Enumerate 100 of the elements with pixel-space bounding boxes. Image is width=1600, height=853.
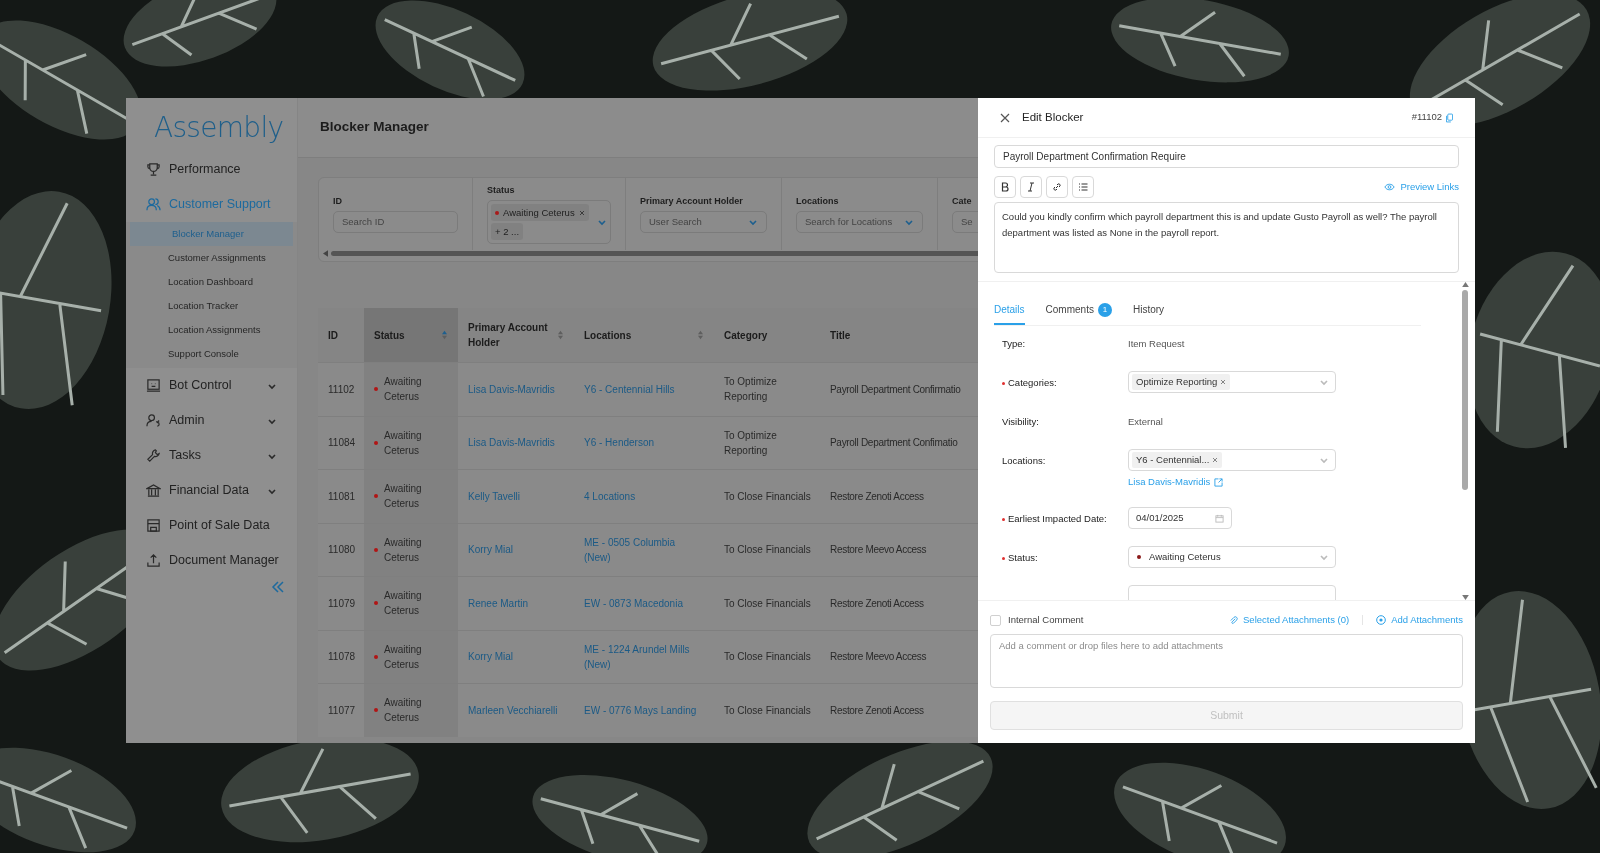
status-tag: Awaiting Ceterus — [491, 204, 589, 222]
table-cell-text: Payroll Department Confimatio — [830, 436, 958, 451]
table-link[interactable]: Lisa Davis-Mavridis — [468, 435, 555, 451]
search-field[interactable]: Search ID — [333, 211, 458, 234]
table-link[interactable]: Korry Mial — [468, 542, 513, 558]
tab[interactable]: Details — [994, 296, 1025, 325]
description-editor[interactable]: Could you kindly confirm which payroll department this is and update Gusto Payroll as well? The payroll department was listed as None in the payroll report. — [994, 202, 1459, 273]
filter-label: Primary Account Holder — [640, 194, 744, 208]
scroll-down-icon[interactable] — [1461, 595, 1469, 600]
sidebar-item[interactable]: Document Manager — [126, 543, 297, 578]
sidebar-item[interactable]: Admin — [126, 403, 297, 438]
select-field[interactable]: Search for Locations — [796, 211, 923, 234]
sidebar-icon — [146, 518, 161, 533]
sort-icon[interactable] — [557, 330, 564, 340]
table-cell-text: 11079 — [328, 596, 356, 611]
table-link[interactable]: ME - 0505 Columbia (New) — [584, 534, 704, 565]
table-cell-text: Awaiting Ceterus — [384, 535, 423, 565]
table-link[interactable]: Kelly Tavelli — [468, 488, 521, 504]
sidebar-item[interactable]: Point of Sale Data — [126, 508, 297, 543]
column-header[interactable]: Status — [364, 308, 458, 362]
add-attachments-link[interactable]: Add Attachments — [1376, 612, 1463, 628]
table-cell-text: To Close Financials — [724, 489, 811, 504]
table-link[interactable]: Y6 - Centennial Hills — [584, 381, 675, 397]
internal-comment-checkbox[interactable]: Internal Comment — [990, 612, 1230, 628]
table-link[interactable]: Renee Martin — [468, 595, 529, 611]
tab[interactable]: History — [1132, 296, 1165, 325]
filter-label: ID — [333, 194, 343, 208]
sort-icon[interactable] — [697, 330, 704, 340]
close-icon[interactable] — [1000, 112, 1010, 123]
field-value: Item Request — [1128, 336, 1185, 351]
sidebar-icon — [146, 553, 161, 568]
sidebar-icon — [146, 448, 161, 463]
sidebar-item[interactable]: Financial Data — [126, 473, 297, 508]
chevron-icon — [1319, 552, 1329, 562]
sidebar-item[interactable]: Performance — [126, 152, 297, 187]
scrollbar-thumb[interactable] — [331, 251, 978, 256]
date-field[interactable]: 04/01/2025 — [1128, 507, 1232, 529]
select-field[interactable]: User Search — [640, 211, 767, 234]
list-icon — [1078, 182, 1088, 192]
calendar-icon — [1215, 513, 1224, 523]
link-button[interactable] — [1046, 176, 1068, 198]
table-cell-text: Awaiting Ceterus — [384, 642, 423, 672]
table-link[interactable]: Marleen Vecchiarelli — [468, 702, 558, 718]
bold-icon — [1000, 182, 1010, 192]
remove-icon[interactable] — [1220, 379, 1227, 385]
title-input[interactable]: Payroll Department Confirmation Require — [994, 145, 1459, 168]
list-button[interactable] — [1072, 176, 1094, 198]
field-label: Locations: — [1002, 453, 1046, 468]
sidebar-icon — [146, 413, 161, 428]
link-icon — [1052, 182, 1062, 192]
tab[interactable]: Comments 1 — [1045, 296, 1112, 325]
sidebar-subitem[interactable]: Customer Assignments — [126, 246, 297, 270]
sidebar-icon — [146, 197, 161, 212]
field-label: Visibility: — [1002, 414, 1039, 429]
blocker-id: #11102 — [1411, 110, 1442, 125]
table-link[interactable]: ME - 1224 Arundel Mills (New) — [584, 641, 704, 672]
sidebar-subitem[interactable]: Location Dashboard — [126, 270, 297, 294]
remove-icon[interactable] — [1212, 457, 1219, 463]
copy-icon[interactable] — [1446, 112, 1453, 123]
tag: Y6 - Centennial... — [1132, 452, 1223, 468]
filter-label: Cate — [952, 194, 973, 208]
table-cell-text: To Optimize Reporting — [724, 428, 778, 458]
column-header[interactable]: Locations — [574, 308, 714, 362]
comment-field[interactable]: Add a comment or drop files here to add attachments — [990, 634, 1463, 688]
scrollbar-thumb[interactable] — [1462, 290, 1468, 490]
table-cell-text: Awaiting Ceterus — [384, 428, 423, 458]
scroll-left-icon[interactable] — [323, 250, 328, 257]
multi-select[interactable]: Y6 - Centennial... — [1128, 449, 1336, 471]
sidebar-icon — [146, 162, 161, 177]
column-header[interactable]: Primary Account Holder — [458, 308, 574, 362]
status-select[interactable]: Awaiting Ceterus — [1128, 546, 1336, 568]
table-link[interactable]: EW - 0776 Mays Landing — [584, 702, 697, 718]
multi-select[interactable]: Optimize Reporting — [1128, 371, 1336, 393]
holder-link[interactable]: Lisa Davis-Mavridis — [1128, 475, 1336, 490]
table-cell-text: Awaiting Ceterus — [384, 375, 423, 405]
table-link[interactable]: 4 Locations — [584, 488, 636, 504]
table-link[interactable]: Korry Mial — [468, 649, 513, 665]
sidebar-subitem[interactable]: Support Console — [126, 342, 297, 366]
scroll-up-icon[interactable] — [1461, 282, 1469, 287]
remove-icon[interactable] — [578, 209, 585, 216]
chevron-icon — [597, 217, 607, 228]
table-cell-text: Payroll Department Confirmatio — [830, 382, 961, 397]
table-link[interactable]: Lisa Davis-Mavridis — [468, 381, 555, 397]
table-cell-text: 11078 — [328, 650, 356, 665]
preview-links[interactable]: Preview Links — [1384, 179, 1459, 195]
italic-icon — [1026, 182, 1036, 192]
collapse-icon[interactable] — [271, 580, 285, 594]
selected-attachments-link[interactable]: Selected Attachments (0) — [1229, 612, 1350, 628]
table-cell-text: Restore Zenoti Access — [830, 596, 924, 611]
sidebar-subitem[interactable]: Location Assignments — [126, 318, 297, 342]
column-header: Title — [829, 328, 852, 343]
table-link[interactable]: Y6 - Henderson — [584, 435, 655, 451]
bold-button[interactable] — [994, 176, 1016, 198]
sidebar-subitem[interactable]: Location Tracker — [126, 294, 297, 318]
table-link[interactable]: EW - 0873 Macedonia — [584, 595, 683, 611]
sort-icon[interactable] — [441, 330, 448, 340]
status-select[interactable]: Awaiting Ceterus + 2 ... — [487, 200, 611, 245]
sidebar-item[interactable]: Bot Control — [126, 368, 297, 403]
table-cell-text: 11081 — [328, 489, 356, 504]
sidebar-item[interactable]: Tasks — [126, 438, 297, 473]
